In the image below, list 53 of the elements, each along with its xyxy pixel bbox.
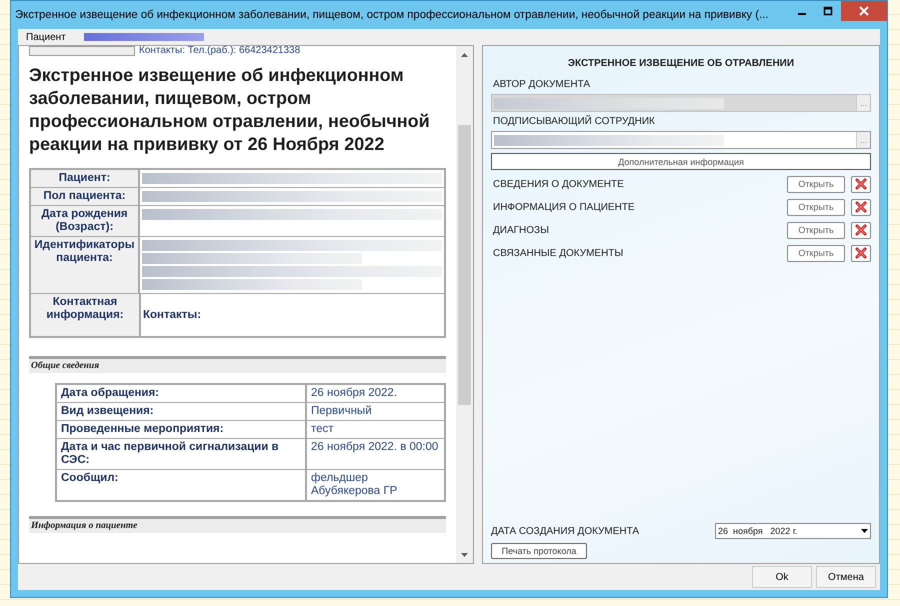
- table-cell: Вид извещения:: [57, 403, 307, 420]
- open-button[interactable]: Открыть: [787, 176, 845, 192]
- lookup-field[interactable]: ...: [491, 131, 871, 149]
- table-cell: Сообщил:: [57, 470, 307, 500]
- window-title: Экстренное извещение об инфекционном заболевании, пищевом, остром профессиональном отравлении, необычной реакции на прививку (...: [15, 9, 770, 21]
- table-cell: Контактная информация:: [31, 294, 141, 336]
- section-label: ДИАГНОЗЫ: [493, 224, 550, 236]
- scroll-thumb[interactable]: [458, 125, 471, 405]
- scroll-up-arrow-icon[interactable]: [461, 52, 468, 56]
- table-cell: Дата обращения:: [57, 385, 307, 402]
- table-cell: Дата рождения (Возраст):: [31, 206, 140, 236]
- table-cell-text: фельдшер Абубякерова ГР: [310, 471, 398, 499]
- maximize-icon[interactable]: [823, 6, 833, 16]
- additional-info-button[interactable]: Дополнительная информация: [491, 153, 871, 170]
- table-cell-text: Контакты:: [142, 308, 202, 323]
- table-cell-text: 26 ноября 2022. в 00:00: [310, 440, 440, 455]
- patient-label: Пациент: [26, 32, 66, 42]
- section-heading: Информация о пациенте: [29, 516, 446, 533]
- browse-button[interactable]: ...: [856, 132, 870, 148]
- field-label: ПОДПИСЫВАЮЩИЙ СОТРУДНИК: [493, 116, 656, 127]
- field-label: АВТОР ДОКУМЕНТА: [493, 79, 592, 90]
- delete-button[interactable]: [851, 222, 871, 238]
- section-label: СВЕДЕНИЯ О ДОКУМЕНТЕ: [493, 178, 625, 190]
- table-cell: Идентификаторы пациента:: [31, 237, 140, 293]
- dialog-button[interactable]: Ok: [752, 566, 812, 588]
- table-cell-text: 26 ноября 2022.: [310, 386, 398, 401]
- table-cell: Пол пациента:: [31, 188, 140, 205]
- section-label: ИНФОРМАЦИЯ О ПАЦИЕНТЕ: [493, 202, 636, 212]
- document-title: Экстренное извещение об инфекционном заболевании, пищевом, остром профессиональном отравлении, необычной реакции на прививку от 26 Ноября 2022: [29, 64, 431, 156]
- open-button[interactable]: Открыть: [787, 198, 845, 216]
- section-heading: Общие сведения: [29, 356, 446, 373]
- date-label: ДАТА СОЗДАНИЯ ДОКУМЕНТА: [491, 526, 640, 536]
- delete-button[interactable]: [851, 244, 871, 262]
- table-cell: Дата и час первичной сигнализации в СЭС:: [57, 439, 307, 469]
- table-cell: Пациент:: [31, 170, 140, 187]
- delete-button[interactable]: [851, 198, 871, 216]
- print-button[interactable]: Печать протокола: [491, 543, 587, 559]
- table-cell-text: тест: [310, 422, 335, 437]
- form-heading: ЭКСТРЕННОЕ ИЗВЕЩЕНИЕ ОБ ОТРАВЛЕНИИ: [566, 58, 796, 69]
- section-label: СВЯЗАННЫЕ ДОКУМЕНТЫ: [493, 248, 624, 258]
- scrollbar[interactable]: [456, 46, 473, 563]
- delete-button[interactable]: [851, 176, 871, 192]
- scroll-down-arrow-icon[interactable]: [461, 552, 468, 556]
- open-button[interactable]: Открыть: [787, 222, 845, 238]
- date-picker[interactable]: 26 ноября 2022 г.: [715, 523, 871, 539]
- close-icon[interactable]: [859, 6, 869, 16]
- dialog-button[interactable]: Отмена: [816, 566, 876, 588]
- table-cell-text: Контакты: Тел.(раб.): 66423421338: [138, 46, 300, 56]
- table-cell-text: Первичный: [310, 404, 373, 419]
- open-button[interactable]: Открыть: [787, 244, 845, 262]
- dropdown-arrow-icon[interactable]: [860, 529, 868, 533]
- table-cell: Проведенные мероприятия:: [57, 421, 307, 438]
- close-button[interactable]: [841, 1, 887, 21]
